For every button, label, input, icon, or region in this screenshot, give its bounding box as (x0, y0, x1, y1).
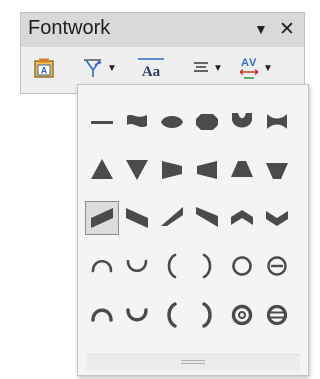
shape-option-circle-curve[interactable] (225, 249, 259, 283)
fade-up-icon (231, 161, 253, 177)
chevron-down-icon[interactable]: ▼ (107, 63, 117, 74)
plain-text-icon (91, 121, 113, 124)
fontwork-shape-icon (84, 59, 102, 77)
shape-option-fade-right[interactable] (155, 153, 189, 187)
shape-option-fade-up-and-left[interactable] (190, 201, 224, 235)
chevron-down-icon[interactable]: ▼ (263, 63, 273, 74)
arch-down-pour-icon (126, 308, 148, 322)
shape-option-arch-down-curve[interactable] (120, 249, 154, 283)
slant-up-icon (91, 208, 113, 228)
arch-right-curve-icon (202, 253, 212, 279)
fade-left-icon (197, 161, 217, 179)
fade-down-icon (266, 163, 288, 179)
shape-option-chevron-down[interactable] (260, 201, 294, 235)
shape-option-fade-up-and-right[interactable] (155, 201, 189, 235)
shape-option-chevron-up[interactable] (225, 201, 259, 235)
open-circle-curve-icon (267, 256, 287, 276)
toolbar-menu-icon[interactable]: ▼ (254, 21, 268, 37)
shape-option-triangle-down[interactable] (120, 153, 154, 187)
popup-resize-grip[interactable] (86, 354, 300, 371)
arch-up-pour-icon (91, 308, 113, 322)
shape-option-plain-text[interactable] (85, 105, 119, 139)
toolbar-titlebar[interactable]: Fontwork ▼ ✕ (21, 13, 304, 47)
same-letter-heights-button[interactable]: Aa (137, 53, 165, 83)
shape-option-open-circle-curve[interactable] (260, 249, 294, 283)
shape-option-arch-right-pour[interactable] (190, 298, 224, 332)
shape-option-arch-right-curve[interactable] (190, 249, 224, 283)
fontwork-gallery-icon: A (34, 58, 54, 78)
arch-right-pour-icon (202, 302, 212, 328)
shape-option-curve-down[interactable] (225, 105, 259, 139)
shape-option-inflate[interactable] (155, 105, 189, 139)
shape-option-arch-up-pour[interactable] (85, 298, 119, 332)
shape-option-fade-up[interactable] (225, 153, 259, 187)
circle-curve-icon (232, 256, 252, 276)
fade-up-and-left-icon (196, 207, 218, 227)
shape-option-stop[interactable] (190, 105, 224, 139)
fontwork-toolbar-window: Fontwork ▼ ✕ A ▼ Aa ▼ A V ▼ (20, 12, 305, 94)
circle-pour-icon (231, 304, 253, 326)
svg-text:V: V (249, 57, 257, 69)
shape-option-slant-down[interactable] (120, 201, 154, 235)
open-circle-pour-icon (266, 304, 288, 326)
chevron-up-icon (231, 210, 253, 225)
shape-option-arch-up-curve[interactable] (85, 249, 119, 283)
shape-option-arch-down-pour[interactable] (120, 298, 154, 332)
arch-up-curve-icon (91, 259, 113, 273)
toolbar-title: Fontwork (28, 17, 111, 39)
chevron-down-icon (266, 211, 288, 226)
inflate-icon (161, 116, 183, 128)
fontwork-shape-button[interactable]: ▼ (81, 53, 117, 83)
shape-option-slant-up[interactable] (85, 201, 119, 235)
shape-option-triangle-up[interactable] (85, 153, 119, 187)
shape-option-arch-left-curve[interactable] (155, 249, 189, 283)
slant-down-icon (126, 208, 148, 228)
fontwork-character-spacing-button[interactable]: A V ▼ (237, 53, 273, 83)
stop-icon (196, 114, 218, 130)
shape-option-fade-left[interactable] (190, 153, 224, 187)
close-icon[interactable]: ✕ (279, 18, 295, 41)
fontwork-character-spacing-icon: A V (239, 57, 259, 79)
fontwork-alignment-icon (194, 62, 208, 72)
shape-option-wave[interactable] (120, 105, 154, 139)
svg-text:A: A (41, 66, 48, 76)
svg-text:Aa: Aa (142, 64, 161, 80)
shape-option-fade-down[interactable] (260, 153, 294, 187)
curve-up-icon (267, 114, 287, 129)
shape-option-circle-pour[interactable] (225, 298, 259, 332)
shape-option-arch-left-pour[interactable] (155, 298, 189, 332)
chevron-down-icon[interactable]: ▼ (213, 63, 223, 74)
arch-down-curve-icon (126, 259, 148, 273)
fade-up-and-right-icon (161, 207, 183, 226)
arch-left-pour-icon (167, 302, 177, 328)
shape-option-open-circle-pour[interactable] (260, 298, 294, 332)
fade-right-icon (162, 161, 182, 179)
fontwork-alignment-button[interactable]: ▼ (191, 53, 223, 83)
shape-option-curve-up[interactable] (260, 105, 294, 139)
triangle-down-icon (126, 160, 148, 180)
fontwork-gallery-button[interactable]: A (33, 53, 55, 83)
arch-left-curve-icon (167, 253, 177, 279)
svg-text:A: A (241, 57, 249, 69)
fontwork-shape-popup (77, 84, 309, 376)
curve-down-icon (232, 113, 252, 128)
wave-icon (127, 114, 147, 128)
triangle-up-icon (91, 159, 113, 179)
fontwork-same-letter-heights-icon: Aa (138, 58, 164, 80)
